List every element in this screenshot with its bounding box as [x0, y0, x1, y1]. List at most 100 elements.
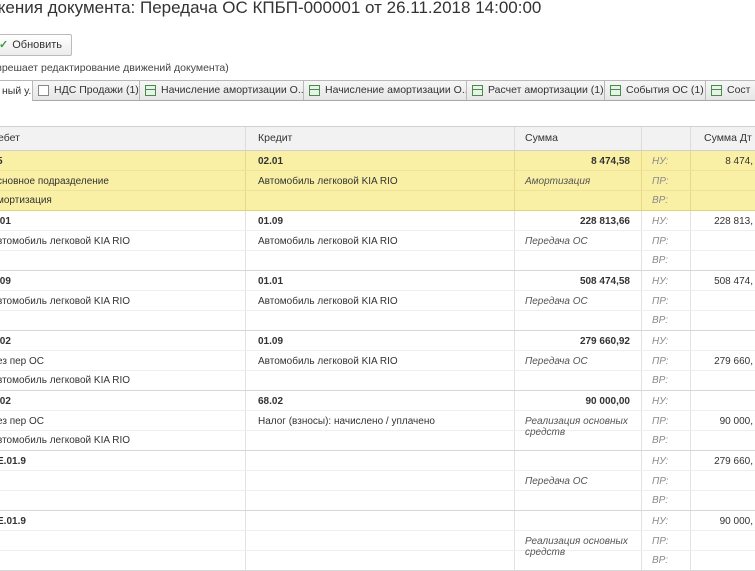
credit-account: 01.09: [258, 336, 284, 347]
page-title: жения документа: Передача ОС КПБП-000001…: [0, 0, 542, 17]
tab-label: ный у...: [2, 84, 32, 97]
register-icon: [472, 85, 483, 96]
refresh-label: Обновить: [12, 39, 63, 51]
label-pr: ПР:: [652, 476, 669, 487]
table-row[interactable]: .02 ез пер ОС втомобиль легковой KIA RIO 68…: [0, 391, 755, 451]
tab-accounting[interactable]: ный у...: [0, 80, 33, 101]
tab-bar: ный у... НДС Продажи (1) Начисление амор…: [0, 80, 755, 101]
tab-label: Начисление амортизации О...: [161, 84, 307, 96]
debit-subconto-2: втомобиль легковой KIA RIO: [0, 435, 131, 446]
posting-sum: 8 474,58: [591, 156, 630, 167]
label-nu: НУ:: [652, 516, 669, 527]
tab-label: Начисление амортизации О...: [325, 84, 470, 96]
table-row[interactable]: Е.01.9 Реализация основных средств НУ: ПР: В…: [0, 511, 755, 571]
label-vr: ВР:: [652, 255, 669, 266]
credit-account: 01.01: [258, 276, 284, 287]
label-nu: НУ:: [652, 276, 669, 287]
label-vr: ВР:: [652, 375, 669, 386]
table-row[interactable]: 5 сновное подразделение мортизация 02.01 Авт…: [0, 151, 755, 211]
sum-dt-pr: 90 000,: [719, 416, 753, 427]
credit-subconto-1: Автомобиль легковой KIA RIO: [258, 296, 398, 307]
tab-depreciation-2[interactable]: Начисление амортизации О...: [303, 80, 470, 100]
table-row[interactable]: .02 ез пер ОС втомобиль легковой KIA RIO 01…: [0, 331, 755, 391]
posting-sum: 228 813,66: [579, 216, 630, 227]
posting-description: Передача ОС: [525, 236, 588, 247]
refresh-button[interactable]: ✓ Обновить: [0, 34, 73, 56]
col-sum[interactable]: Сумма: [525, 132, 558, 144]
credit-account: 01.09: [258, 216, 284, 227]
debit-account: .09: [0, 276, 11, 287]
label-pr: ПР:: [652, 296, 669, 307]
debit-subconto-1: сновное подразделение: [0, 176, 109, 187]
sum-dt-nu: 8 474,: [725, 156, 753, 167]
tab-state[interactable]: Сост: [705, 80, 755, 100]
table-row[interactable]: Е.01.9 Передача ОС НУ: ПР: ВР: 279 660,: [0, 451, 755, 511]
label-pr: ПР:: [652, 176, 669, 187]
debit-subconto-1: втомобиль легковой KIA RIO: [0, 296, 131, 307]
credit-account: 68.02: [258, 396, 284, 407]
col-credit[interactable]: Кредит: [258, 132, 292, 144]
posting-description: Передача ОС: [525, 356, 588, 367]
posting-sum: 508 474,58: [579, 276, 630, 287]
posting-description: Амортизация: [525, 176, 591, 187]
debit-subconto-2: мортизация: [0, 195, 52, 206]
debit-account: .02: [0, 396, 11, 407]
label-nu: НУ:: [652, 336, 669, 347]
sum-dt-nu: 228 813,: [714, 216, 753, 227]
register-icon: [145, 85, 156, 96]
posting-description: Передача ОС: [525, 296, 588, 307]
label-pr: ПР:: [652, 416, 669, 427]
label-vr: ВР:: [652, 495, 669, 506]
sum-dt-nu: 90 000,: [719, 516, 753, 527]
label-pr: ПР:: [652, 356, 669, 367]
debit-account: .01: [0, 216, 11, 227]
tab-label: НДС Продажи (1): [54, 84, 139, 96]
postings-table: ебет Кредит Сумма Сумма Дт 5 сновное подр…: [0, 126, 755, 571]
debit-subconto-2: втомобиль легковой KIA RIO: [0, 375, 131, 386]
label-pr: ПР:: [652, 536, 669, 547]
debit-subconto-1: ез пер ОС: [0, 356, 45, 367]
tab-label: События ОС (1): [626, 84, 704, 96]
label-nu: НУ:: [652, 456, 669, 467]
register-icon: [610, 85, 621, 96]
label-nu: НУ:: [652, 156, 669, 167]
sum-dt-nu: 279 660,: [714, 456, 753, 467]
table-row[interactable]: .01 втомобиль легковой KIA RIO 01.09 Автомо…: [0, 211, 755, 271]
credit-subconto-1: Налог (взносы): начислено / уплачено: [258, 416, 435, 427]
posting-sum: 279 660,92: [579, 336, 630, 347]
label-vr: ВР:: [652, 555, 669, 566]
col-sum-dt[interactable]: Сумма Дт: [704, 132, 752, 144]
tab-label: Расчет амортизации (1): [488, 84, 604, 96]
credit-subconto-1: Автомобиль легковой KIA RIO: [258, 356, 398, 367]
label-vr: ВР:: [652, 435, 669, 446]
sum-dt-pr: 279 660,: [714, 356, 753, 367]
table-header: ебет Кредит Сумма Сумма Дт: [0, 127, 755, 151]
edit-note: зрешает редактирование движений документ…: [0, 62, 229, 74]
posting-sum: 90 000,00: [585, 396, 631, 407]
debit-subconto-1: ез пер ОС: [0, 416, 45, 427]
label-vr: ВР:: [652, 315, 669, 326]
posting-description: Передача ОС: [525, 476, 588, 487]
label-nu: НУ:: [652, 396, 669, 407]
tab-os-events[interactable]: События ОС (1): [604, 80, 709, 100]
label-nu: НУ:: [652, 216, 669, 227]
refresh-icon: ✓: [0, 39, 9, 51]
table-row[interactable]: .09 втомобиль легковой KIA RIO 01.01 Автомо…: [0, 271, 755, 331]
debit-account: Е.01.9: [0, 516, 26, 527]
label-vr: ВР:: [652, 195, 669, 206]
credit-account: 02.01: [258, 156, 284, 167]
label-pr: ПР:: [652, 236, 669, 247]
credit-subconto-1: Автомобиль легковой KIA RIO: [258, 176, 398, 187]
document-icon: [38, 85, 49, 96]
debit-account: .02: [0, 336, 11, 347]
tab-depreciation-calc[interactable]: Расчет амортизации (1): [466, 80, 608, 100]
debit-account: 5: [0, 156, 3, 167]
register-icon: [309, 85, 320, 96]
tab-vat-sales[interactable]: НДС Продажи (1): [32, 80, 143, 100]
tab-depreciation-1[interactable]: Начисление амортизации О...: [139, 80, 308, 100]
sum-dt-nu: 508 474,: [714, 276, 753, 287]
col-debit[interactable]: ебет: [0, 132, 20, 144]
credit-subconto-1: Автомобиль легковой KIA RIO: [258, 236, 398, 247]
debit-subconto-1: втомобиль легковой KIA RIO: [0, 236, 131, 247]
tab-label: Сост: [727, 84, 751, 96]
